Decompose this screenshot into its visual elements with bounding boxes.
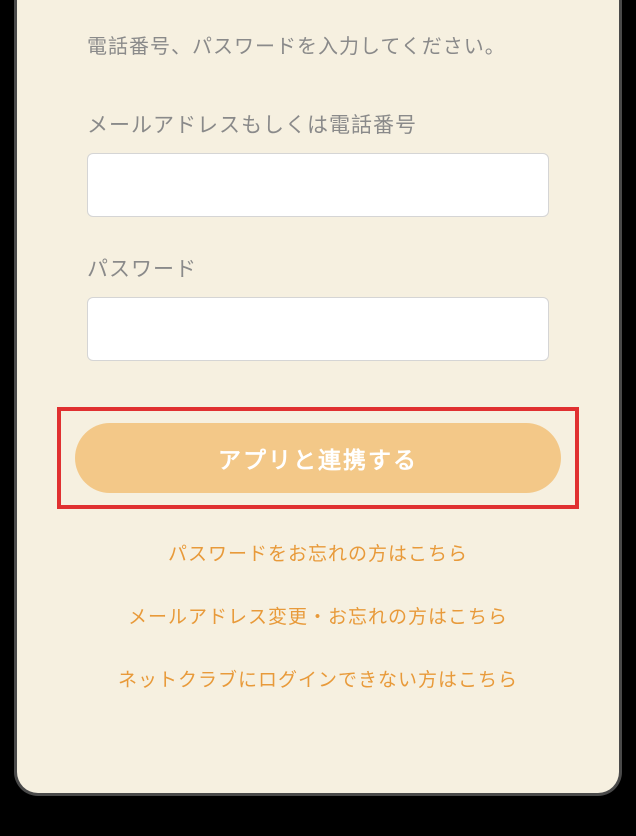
instruction-text: 電話番号、パスワードを入力してください。	[87, 30, 549, 59]
forgot-password-link[interactable]: パスワードをお忘れの方はこちら	[87, 539, 549, 566]
email-phone-label: メールアドレスもしくは電話番号	[87, 109, 549, 139]
email-phone-field-group: メールアドレスもしくは電話番号	[87, 109, 549, 253]
password-label: パスワード	[87, 253, 549, 283]
password-field-group: パスワード	[87, 253, 549, 397]
email-phone-input[interactable]	[87, 153, 549, 217]
password-input[interactable]	[87, 297, 549, 361]
cannot-login-link[interactable]: ネットクラブにログインできない方はこちら	[87, 665, 549, 692]
submit-highlight-box: アプリと連携する	[57, 407, 579, 509]
link-app-button[interactable]: アプリと連携する	[75, 423, 561, 493]
links-section: パスワードをお忘れの方はこちら メールアドレス変更・お忘れの方はこちら ネットク…	[87, 539, 549, 692]
change-email-link[interactable]: メールアドレス変更・お忘れの方はこちら	[87, 602, 549, 629]
login-card: 電話番号、パスワードを入力してください。 メールアドレスもしくは電話番号 パスワ…	[14, 0, 622, 796]
